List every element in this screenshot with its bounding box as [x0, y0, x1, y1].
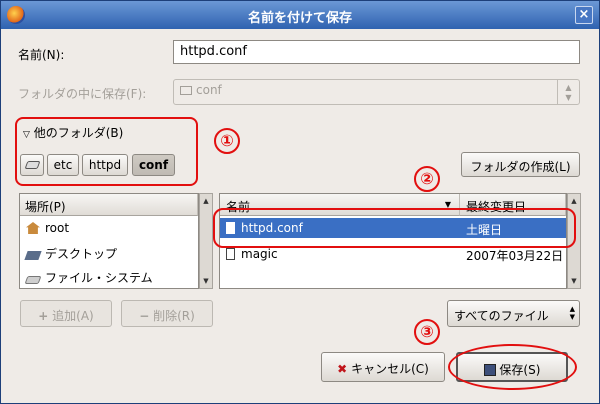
- save-in-value: conf: [196, 83, 222, 97]
- create-folder-button[interactable]: フォルダの作成(L): [461, 152, 580, 177]
- name-label: 名前(N):: [18, 48, 65, 62]
- annotation-ellipse-3: [448, 344, 577, 390]
- place-label: デスクトップ: [45, 247, 118, 261]
- places-list: 場所(P) root デスクトップ ファイル・システム: [19, 193, 199, 289]
- combo-arrows-icon: ▲ ▼: [557, 80, 579, 104]
- combo-arrows-icon: ▲ ▼: [569, 305, 575, 321]
- annotation-number-1: ①: [214, 128, 240, 154]
- save-in-label: フォルダの中に保存(F):: [18, 87, 147, 101]
- place-item-filesystem[interactable]: ファイル・システム: [20, 266, 198, 286]
- drive-icon: [24, 276, 42, 284]
- remove-bookmark-button[interactable]: − 削除(R): [121, 300, 213, 327]
- place-label: root: [45, 221, 70, 235]
- home-icon: [26, 222, 40, 234]
- save-dialog: 名前を付けて保存 × 名前(N): httpd.conf フォルダの中に保存(F…: [0, 0, 600, 404]
- places-scrollbar[interactable]: ▲ ▼: [199, 193, 213, 289]
- place-item-desktop[interactable]: デスクトップ: [20, 242, 198, 262]
- filename-input[interactable]: httpd.conf: [173, 40, 580, 64]
- file-filter-combo[interactable]: すべてのファイル ▲ ▼: [447, 300, 580, 327]
- close-icon[interactable]: ×: [575, 6, 593, 24]
- cancel-x-icon: ✖: [337, 362, 348, 376]
- cancel-button[interactable]: ✖ キャンセル(C): [321, 352, 445, 382]
- place-label: ファイル・システム: [45, 271, 153, 285]
- save-in-folder-combo: conf ▲ ▼: [173, 79, 580, 105]
- minus-icon: −: [139, 309, 150, 323]
- scroll-down-icon[interactable]: ▼: [568, 274, 580, 288]
- file-icon: [226, 248, 235, 260]
- annotation-number-2: ②: [414, 166, 440, 192]
- annotation-box-2: [213, 208, 576, 248]
- folder-icon: [180, 86, 192, 95]
- annotation-number-3: ③: [414, 319, 440, 345]
- plus-icon: +: [38, 309, 49, 323]
- desktop-icon: [24, 251, 42, 260]
- title-bar: 名前を付けて保存 ×: [1, 1, 599, 29]
- scroll-up-icon[interactable]: ▲: [200, 194, 212, 208]
- window-title: 名前を付けて保存: [247, 11, 352, 26]
- add-bookmark-button[interactable]: + 追加(A): [20, 300, 112, 327]
- annotation-box-1: [15, 117, 198, 186]
- places-header[interactable]: 場所(P): [20, 194, 198, 216]
- place-item-root[interactable]: root: [20, 218, 198, 238]
- scroll-up-icon[interactable]: ▲: [568, 194, 580, 208]
- scroll-down-icon[interactable]: ▼: [200, 274, 212, 288]
